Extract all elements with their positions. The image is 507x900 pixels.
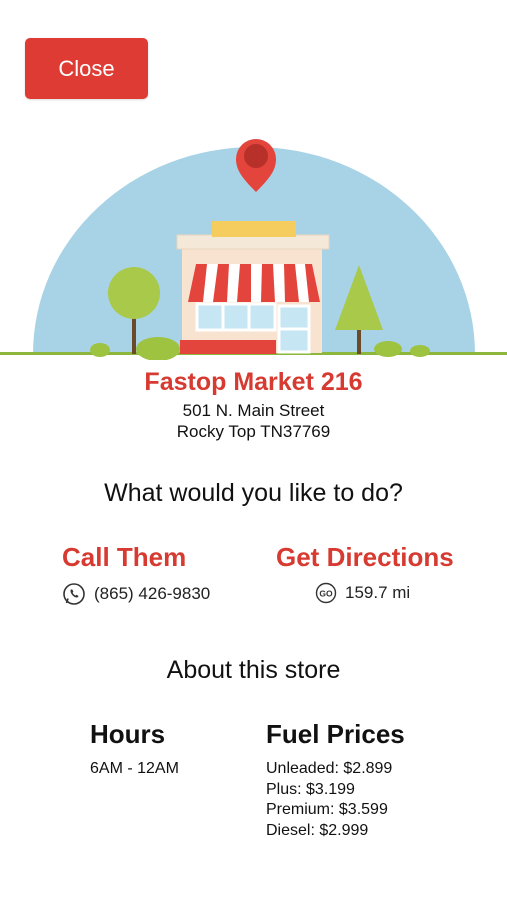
about-heading: About this store [166,656,341,684]
close-button[interactable]: Close [25,38,148,99]
svg-text:GO: GO [319,589,333,599]
store-illustration [0,130,507,361]
fuel-prices-list: Unleaded: $2.899 Plus: $3.199 Premium: $… [266,759,392,841]
phone-number-link[interactable]: (865) 426-9830 [62,582,210,606]
action-prompt: What would you like to do? [104,479,403,507]
hours-title: Hours [90,719,166,749]
hours-value: 6AM - 12AM [90,760,179,777]
fuel-price-diesel: Diesel: $2.999 [266,821,369,839]
phone-number: (865) 426-9830 [94,584,211,603]
store-name: Fastop Market 216 [144,368,363,396]
call-them-button[interactable]: Call Them [62,542,186,573]
distance-value: 159.7 mi [345,583,411,602]
address-line-1: 501 N. Main Street [182,401,325,420]
fuel-price-premium: Premium: $3.599 [266,801,388,818]
fuel-price-plus: Plus: $3.199 [266,780,355,798]
phone-icon [62,582,86,606]
address-line-2: Rocky Top TN37769 [176,422,331,441]
fuel-prices-title: Fuel Prices [266,719,405,749]
go-icon: GO [315,582,337,604]
get-directions-button[interactable]: Get Directions [276,542,454,573]
distance-link[interactable]: GO 159.7 mi [315,582,410,604]
fuel-price-unleaded: Unleaded: $2.899 [266,760,393,777]
